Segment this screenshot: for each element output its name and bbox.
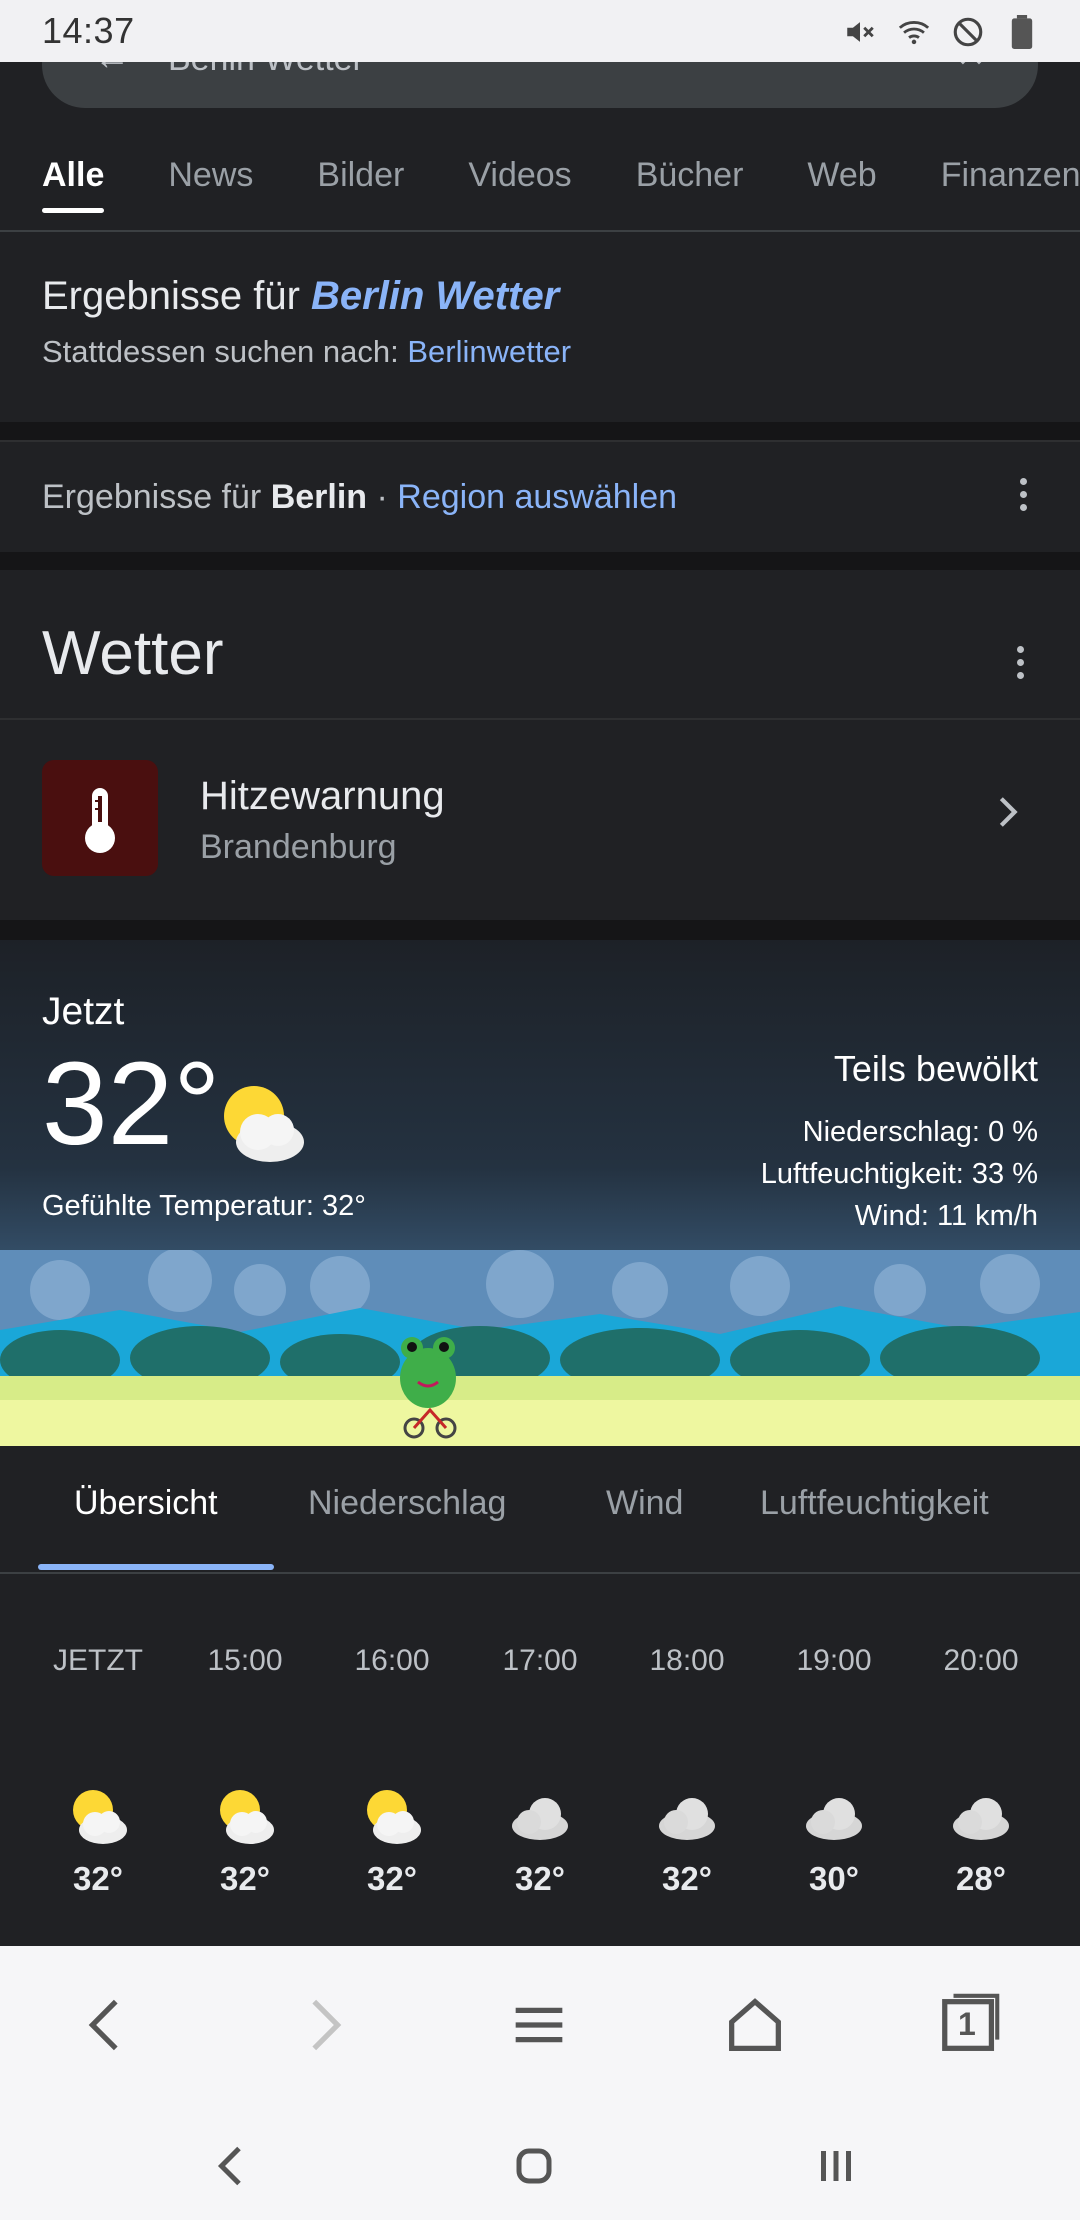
partly-cloudy-icon [220,1790,274,1844]
region-notice: Ergebnisse für Berlin · Region auswählen [0,440,1080,554]
humidity-stat: Luftfeuchtigkeit: 33 % [760,1158,1038,1190]
weather-scene-illustration [0,1250,1080,1446]
hourly-time: 17:00 [502,1644,578,1677]
partly-cloudy-icon [224,1086,304,1162]
weather-tabs: Übersicht Niederschlag Wind Luftfeuchtig… [0,1446,1080,1574]
tab-bilder[interactable]: Bilder [317,140,404,232]
more-options-icon[interactable] [1020,478,1028,517]
tab-news[interactable]: News [168,140,253,232]
alert-region: Brandenburg [200,828,397,866]
menu-icon[interactable] [504,1990,574,2060]
original-query-link[interactable]: Berlinwetter [407,334,571,369]
now-label: Jetzt [42,990,125,1033]
weather-card: Wetter Hitzewarnung Brandenburg Jetzt 32… [0,570,1080,1946]
cloudy-icon [806,1798,862,1840]
chevron-right-icon[interactable] [988,792,1028,832]
region-dot: · [367,478,398,516]
system-nav-bar [0,2110,1080,2220]
hourly-temperature: 32° [220,1860,270,1897]
mute-icon [842,14,878,50]
do-not-disturb-icon [950,14,986,50]
hourly-temperature: 32° [662,1860,712,1897]
status-bar: 14:37 [0,0,1080,62]
tab-web[interactable]: Web [807,140,876,232]
section-separator [0,552,1080,570]
spelling-correction: Ergebnisse für Berlin Wetter Stattdessen… [0,232,1080,422]
hourly-time: 15:00 [207,1644,283,1677]
weather-more-options-icon[interactable] [1017,646,1025,685]
status-time: 14:37 [42,10,135,51]
precipitation-stat: Niederschlag: 0 % [802,1116,1038,1148]
tabs-button[interactable]: 1 [936,1990,1006,2060]
corrected-query-link[interactable]: Berlin Wetter [311,274,559,318]
current-temperature: 32° [42,1038,221,1170]
clear-icon[interactable]: ✕ [956,62,986,76]
back-arrow-icon[interactable]: ← [94,62,130,78]
correction-line: Ergebnisse für Berlin Wetter [42,274,559,319]
browser-toolbar: 1 [0,1946,1080,2110]
home-icon[interactable] [720,1990,790,2060]
heat-warning-row[interactable]: Hitzewarnung Brandenburg [0,720,1080,920]
system-back-icon[interactable] [204,2136,264,2196]
hourly-temperature: 32° [515,1860,565,1897]
hourly-time: 19:00 [796,1644,872,1677]
tab-luftfeuchtigkeit[interactable]: Luftfeuchtigkeit [760,1484,989,1523]
hourly-temperature: 32° [367,1860,417,1897]
hourly-time: JETZT [53,1644,143,1677]
region-place: Berlin [270,478,368,516]
wind-stat: Wind: 11 km/h [854,1200,1038,1232]
hourly-time: 18:00 [649,1644,725,1677]
battery-icon [1004,14,1040,50]
cloudy-icon [953,1798,1009,1840]
current-weather-panel: Jetzt 32° Gefühlte Temperatur: 32° Teils… [0,940,1080,1446]
thermometer-icon [42,760,158,876]
section-separator [0,422,1080,440]
tab-alle[interactable]: Alle [42,140,105,232]
hourly-temperature: 30° [809,1860,859,1897]
cloudy-icon [659,1798,715,1840]
alert-title: Hitzewarnung [200,774,445,818]
search-tabs: Alle News Bilder Videos Bücher Web Finan… [0,140,1080,232]
hourly-time: 16:00 [354,1644,430,1677]
alt-prefix: Stattdessen suchen nach: [42,334,399,369]
tab-wind[interactable]: Wind [606,1484,683,1523]
weather-title: Wetter [42,619,224,688]
active-tab-indicator [38,1564,274,1570]
browser-back-icon[interactable] [72,1990,142,2060]
correction-prefix: Ergebnisse für [42,274,300,318]
tab-buecher[interactable]: Bücher [636,140,744,232]
search-input[interactable]: Berlin Wetter [168,62,364,79]
tab-videos[interactable]: Videos [468,140,571,232]
condition-text: Teils bewölkt [833,1048,1038,1089]
wifi-icon [896,14,932,50]
tab-finanzen[interactable]: Finanzen [941,140,1080,232]
select-region-link[interactable]: Region auswählen [397,478,677,516]
browser-forward-icon[interactable] [288,1990,358,2060]
hourly-temperature: 32° [73,1860,123,1897]
recent-apps-icon[interactable] [806,2136,866,2196]
system-home-icon[interactable] [504,2136,564,2196]
hourly-time: 20:00 [943,1644,1019,1677]
feels-like: Gefühlte Temperatur: 32° [42,1190,366,1222]
section-separator [0,920,1080,940]
tab-count: 1 [958,2006,976,2042]
region-prefix: Ergebnisse für [42,478,262,516]
tab-uebersicht[interactable]: Übersicht [74,1484,218,1523]
original-query-line: Stattdessen suchen nach: Berlinwetter [42,334,571,370]
search-bar[interactable]: ← Berlin Wetter ✕ [42,62,1038,108]
partly-cloudy-icon [73,1790,127,1844]
cloudy-icon [512,1798,568,1840]
tab-niederschlag[interactable]: Niederschlag [308,1484,506,1523]
partly-cloudy-icon [367,1790,421,1844]
hourly-temperature: 28° [956,1860,1006,1897]
